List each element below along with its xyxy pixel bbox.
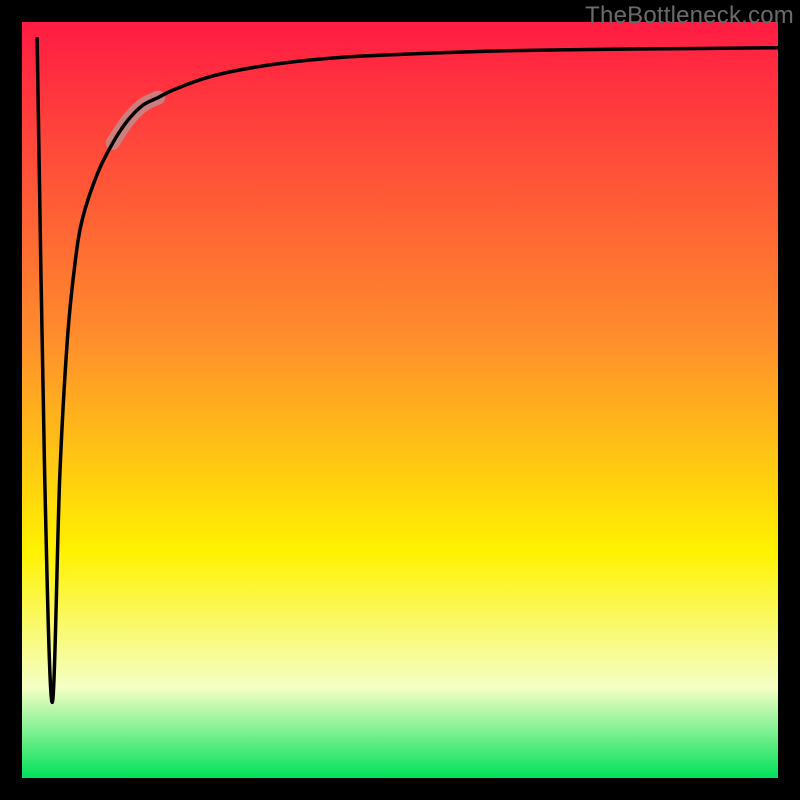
plot-background-gradient: [22, 22, 778, 778]
bottleneck-chart: [0, 0, 800, 800]
chart-container: TheBottleneck.com: [0, 0, 800, 800]
